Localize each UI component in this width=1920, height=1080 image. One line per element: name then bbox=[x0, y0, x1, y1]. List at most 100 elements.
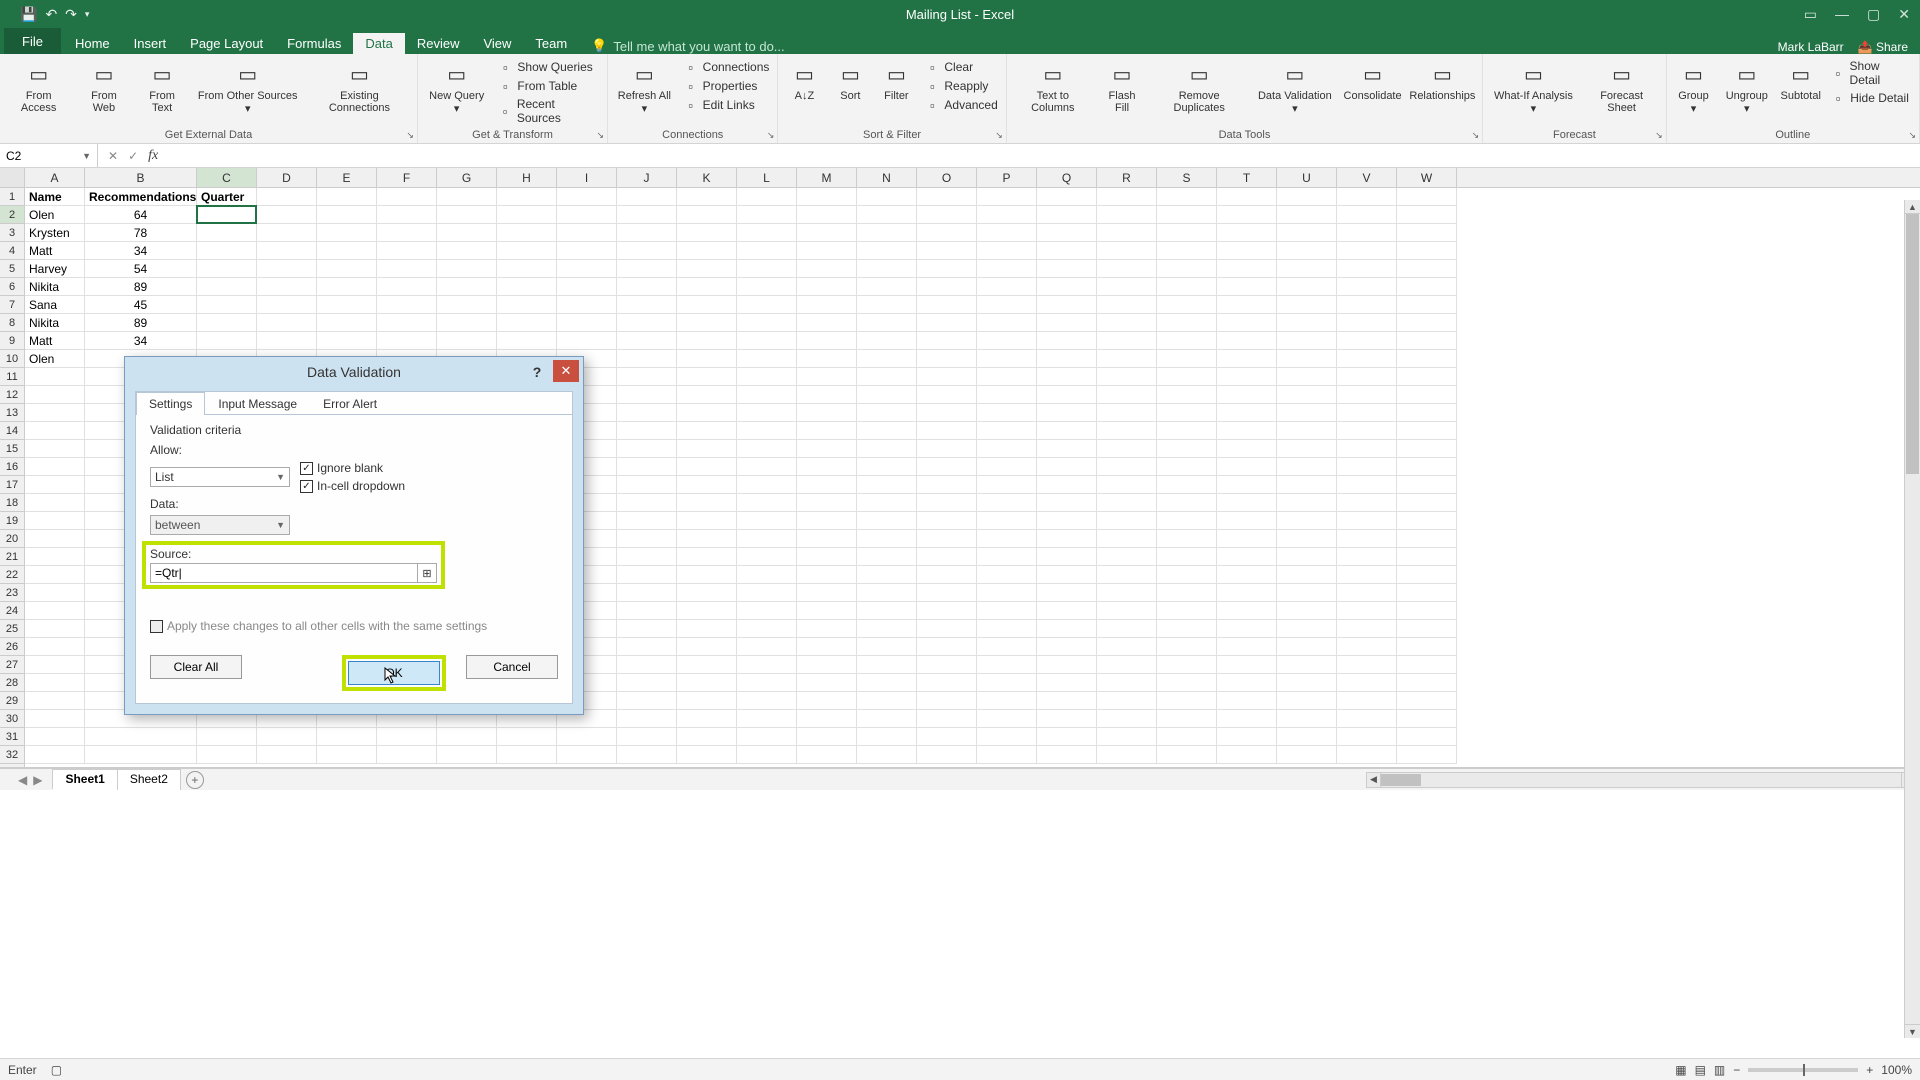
cell[interactable] bbox=[917, 746, 977, 764]
cell[interactable] bbox=[617, 278, 677, 296]
dialog-launcher-icon[interactable]: ↘ bbox=[995, 130, 1003, 141]
cell[interactable] bbox=[677, 530, 737, 548]
source-input[interactable] bbox=[150, 563, 418, 583]
column-header[interactable]: O bbox=[917, 168, 977, 187]
cell[interactable] bbox=[797, 548, 857, 566]
cell[interactable] bbox=[557, 242, 617, 260]
cell[interactable] bbox=[1397, 458, 1457, 476]
share-button[interactable]: 📤 Share bbox=[1858, 40, 1908, 54]
column-header[interactable]: E bbox=[317, 168, 377, 187]
cell[interactable] bbox=[1217, 332, 1277, 350]
row-header[interactable]: 14 bbox=[0, 422, 24, 440]
row-header[interactable]: 11 bbox=[0, 368, 24, 386]
cell[interactable] bbox=[1037, 692, 1097, 710]
cell[interactable]: Matt bbox=[25, 242, 85, 260]
cell[interactable] bbox=[1097, 530, 1157, 548]
cell[interactable]: Nikita bbox=[25, 278, 85, 296]
row-header[interactable]: 15 bbox=[0, 440, 24, 458]
cell[interactable] bbox=[857, 584, 917, 602]
cell[interactable] bbox=[1157, 674, 1217, 692]
cell[interactable] bbox=[677, 350, 737, 368]
cell[interactable] bbox=[25, 746, 85, 764]
cell[interactable] bbox=[917, 188, 977, 206]
cell[interactable] bbox=[737, 260, 797, 278]
column-header[interactable]: F bbox=[377, 168, 437, 187]
cell[interactable] bbox=[797, 314, 857, 332]
cell[interactable] bbox=[737, 620, 797, 638]
sheet-nav[interactable]: ◀▶ bbox=[18, 773, 42, 787]
ribbon-button[interactable]: ▭Flash Fill bbox=[1099, 58, 1145, 116]
cell[interactable] bbox=[677, 278, 737, 296]
dialog-tab-error-alert[interactable]: Error Alert bbox=[310, 392, 390, 415]
column-header[interactable]: Q bbox=[1037, 168, 1097, 187]
cell[interactable] bbox=[677, 494, 737, 512]
cell[interactable] bbox=[557, 278, 617, 296]
tab-page-layout[interactable]: Page Layout bbox=[178, 33, 275, 54]
cell[interactable] bbox=[1157, 242, 1217, 260]
cell[interactable] bbox=[1157, 368, 1217, 386]
cell[interactable] bbox=[797, 296, 857, 314]
ribbon-display-icon[interactable]: ▭ bbox=[1804, 6, 1817, 23]
cell[interactable] bbox=[1397, 314, 1457, 332]
cell[interactable] bbox=[25, 548, 85, 566]
cell[interactable] bbox=[977, 350, 1037, 368]
cell[interactable] bbox=[1217, 404, 1277, 422]
cell[interactable] bbox=[1397, 674, 1457, 692]
cell[interactable] bbox=[437, 296, 497, 314]
cell[interactable] bbox=[977, 692, 1037, 710]
cell[interactable] bbox=[737, 242, 797, 260]
cell[interactable] bbox=[617, 386, 677, 404]
cell[interactable] bbox=[1217, 296, 1277, 314]
cell[interactable]: Olen bbox=[25, 350, 85, 368]
cell[interactable] bbox=[1037, 620, 1097, 638]
cell[interactable] bbox=[497, 278, 557, 296]
cell[interactable] bbox=[617, 692, 677, 710]
cell[interactable] bbox=[377, 746, 437, 764]
cell[interactable] bbox=[917, 566, 977, 584]
cell[interactable] bbox=[557, 224, 617, 242]
cell[interactable] bbox=[617, 602, 677, 620]
cell[interactable] bbox=[677, 728, 737, 746]
ribbon-item[interactable]: ▫From Table bbox=[495, 77, 601, 95]
cell[interactable] bbox=[1337, 746, 1397, 764]
cell[interactable] bbox=[977, 674, 1037, 692]
cell[interactable] bbox=[1157, 404, 1217, 422]
cell[interactable] bbox=[1157, 566, 1217, 584]
cell[interactable] bbox=[797, 584, 857, 602]
cell[interactable] bbox=[1397, 278, 1457, 296]
cell[interactable] bbox=[857, 260, 917, 278]
ribbon-item[interactable]: ▫Properties bbox=[681, 77, 772, 95]
row-header[interactable]: 13 bbox=[0, 404, 24, 422]
cell[interactable] bbox=[857, 224, 917, 242]
cell[interactable] bbox=[677, 242, 737, 260]
cell[interactable] bbox=[1277, 728, 1337, 746]
cell[interactable] bbox=[25, 422, 85, 440]
cell[interactable] bbox=[917, 602, 977, 620]
cell[interactable] bbox=[857, 602, 917, 620]
ok-button[interactable]: OK bbox=[348, 661, 440, 685]
cell[interactable] bbox=[977, 386, 1037, 404]
ribbon-item[interactable]: ▫Edit Links bbox=[681, 96, 772, 114]
row-header[interactable]: 29 bbox=[0, 692, 24, 710]
cell[interactable]: 45 bbox=[85, 296, 197, 314]
page-layout-view-icon[interactable]: ▤ bbox=[1695, 1063, 1706, 1077]
cell[interactable] bbox=[257, 746, 317, 764]
cell[interactable] bbox=[1157, 458, 1217, 476]
cell[interactable] bbox=[377, 296, 437, 314]
cell[interactable] bbox=[617, 674, 677, 692]
cell[interactable] bbox=[1277, 602, 1337, 620]
cell[interactable] bbox=[1397, 350, 1457, 368]
column-header[interactable]: T bbox=[1217, 168, 1277, 187]
cell[interactable] bbox=[737, 656, 797, 674]
cell[interactable] bbox=[1397, 620, 1457, 638]
cell[interactable] bbox=[857, 728, 917, 746]
cell[interactable] bbox=[677, 206, 737, 224]
chevron-down-icon[interactable]: ▼ bbox=[82, 151, 91, 161]
cell[interactable] bbox=[977, 494, 1037, 512]
cell[interactable] bbox=[1337, 350, 1397, 368]
cell[interactable] bbox=[1097, 314, 1157, 332]
ribbon-button[interactable]: ▭Sort bbox=[830, 58, 870, 104]
cell[interactable] bbox=[1037, 584, 1097, 602]
cell[interactable] bbox=[1397, 368, 1457, 386]
row-header[interactable]: 1 bbox=[0, 188, 24, 206]
